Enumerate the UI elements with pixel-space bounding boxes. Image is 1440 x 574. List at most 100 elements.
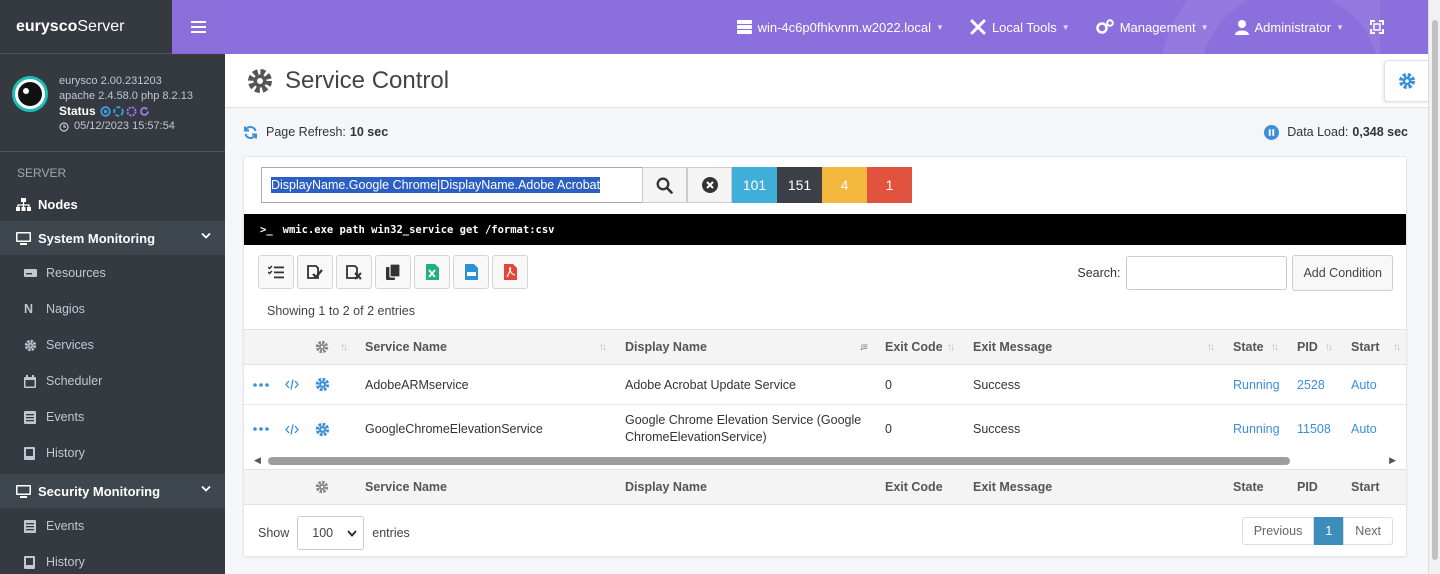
brand-logo-text[interactable]: euryscoServer	[0, 18, 172, 36]
sidebar-item-security-events[interactable]: Events	[0, 508, 225, 544]
previous-page-button[interactable]: Previous	[1241, 517, 1315, 545]
status-refresh-icon[interactable]	[139, 106, 150, 117]
scrollbar-thumb[interactable]	[1432, 20, 1438, 560]
sort-icon[interactable]: ↑↓	[1393, 342, 1401, 353]
copy-button[interactable]	[375, 255, 411, 289]
entries-select[interactable]: 100	[297, 516, 365, 550]
pid-link[interactable]: 11508	[1297, 405, 1331, 453]
terminal-icon: >_	[260, 223, 273, 236]
sidebar-item-security-history[interactable]: History	[0, 544, 225, 574]
length-control: Show 100 entries	[258, 516, 410, 550]
search-input[interactable]	[1126, 256, 1288, 290]
foot-display-name: Display Name	[625, 480, 707, 494]
column-select-button[interactable]	[258, 255, 294, 289]
col-pid[interactable]: PID	[1297, 330, 1318, 364]
sort-icon[interactable]: ↑↓	[599, 342, 607, 353]
filter-clear-button[interactable]	[687, 167, 732, 203]
timestamp-line: 05/12/2023 15:57:54	[59, 119, 193, 134]
col-display-name[interactable]: Display Name	[625, 330, 707, 364]
sidebar-item-scheduler[interactable]: Scheduler	[0, 363, 225, 399]
top-bar: euryscoServer win-4c6p0fhkvnm.w2022.loca…	[0, 0, 1440, 54]
status-sync-icon[interactable]	[112, 106, 124, 117]
filter-search-button[interactable]	[642, 167, 687, 203]
sidebar-item-history[interactable]: History	[0, 435, 225, 471]
row-code-icon[interactable]	[285, 365, 299, 404]
sort-icon[interactable]: ↑↓	[1325, 342, 1333, 353]
scroll-right-icon[interactable]: ▶	[1389, 455, 1396, 466]
export-excel-button[interactable]	[414, 255, 450, 289]
state-link[interactable]: Running	[1233, 405, 1280, 453]
pdf-icon	[503, 264, 517, 280]
next-page-button[interactable]: Next	[1343, 517, 1393, 545]
row-gear-icon[interactable]	[315, 365, 330, 404]
csv-icon	[464, 264, 478, 280]
sort-icon[interactable]: ↑↓	[947, 342, 955, 353]
sitemap-icon	[16, 197, 31, 211]
display-name-cell: Adobe Acrobat Update Service	[625, 377, 796, 392]
sidebar-item-events[interactable]: Events	[0, 399, 225, 435]
count-badge-blue[interactable]: 101	[732, 167, 777, 203]
pid-link[interactable]: 2528	[1297, 365, 1325, 404]
status-ok-icon[interactable]	[99, 106, 111, 117]
page-refresh[interactable]: Page Refresh: 10 sec	[243, 125, 388, 140]
copy-icon	[386, 264, 400, 280]
sort-asc-icon[interactable]: ↓≡	[859, 342, 868, 353]
book-icon	[24, 446, 35, 460]
filter-input[interactable]: DisplayName.Google Chrome|DisplayName.Ad…	[261, 167, 642, 203]
col-exit-code[interactable]: Exit Code	[885, 330, 943, 364]
scroll-left-icon[interactable]: ◀	[254, 455, 261, 466]
count-badge-dark[interactable]: 151	[777, 167, 822, 203]
col-start[interactable]: Start	[1351, 330, 1379, 364]
settings-column-icon	[315, 330, 329, 364]
exit-message-cell: Success	[973, 422, 1021, 436]
sort-icon[interactable]: ↑↓	[1207, 342, 1215, 353]
sidebar-group-system-monitoring[interactable]: System Monitoring	[0, 221, 225, 255]
row-code-icon[interactable]	[285, 405, 299, 453]
nav-header-server: SERVER	[17, 166, 67, 180]
sidebar-item-nodes[interactable]: Nodes	[0, 187, 225, 221]
sidebar-group-security-monitoring[interactable]: Security Monitoring	[0, 474, 225, 508]
command-bar: >_ wmic.exe path win32_service get /form…	[244, 214, 1406, 245]
page-1-button[interactable]: 1	[1314, 517, 1344, 545]
export-pdf-button[interactable]	[492, 255, 528, 289]
add-condition-button[interactable]: Add Condition	[1292, 255, 1393, 291]
status-line: Status	[59, 104, 193, 119]
col-state[interactable]: State	[1233, 330, 1264, 364]
col-exit-message[interactable]: Exit Message	[973, 330, 1052, 364]
host-menu[interactable]: win-4c6p0fhkvnm.w2022.local ▼	[736, 20, 944, 35]
table-row: AdobeARMservice Adobe Acrobat Update Ser…	[244, 365, 1406, 405]
search-icon	[656, 177, 673, 194]
pause-circle-icon	[1264, 124, 1280, 140]
content-header: Service Control	[225, 54, 1428, 108]
delete-filter-button[interactable]	[336, 255, 372, 289]
export-csv-button[interactable]	[453, 255, 489, 289]
table-header: ↑↓ Service Name ↑↓ Display Name ↓≡ Exit …	[244, 329, 1406, 365]
count-badge-red[interactable]: 1	[867, 167, 912, 203]
sort-icon[interactable]: ↑↓	[1271, 342, 1279, 353]
start-link[interactable]: Auto	[1351, 365, 1377, 404]
sidebar-item-resources[interactable]: Resources	[0, 255, 225, 291]
vertical-scrollbar[interactable]	[1428, 0, 1440, 574]
horizontal-scrollbar[interactable]: ◀ ▶	[254, 455, 1396, 467]
sort-icon[interactable]: ↑↓	[340, 342, 348, 353]
status-gear-icon[interactable]	[126, 106, 137, 117]
eurysco-logo-icon	[12, 76, 48, 112]
scrollbar-thumb[interactable]	[268, 457, 1290, 465]
monitor-icon	[16, 231, 31, 245]
row-menu-icon[interactable]	[253, 365, 269, 404]
start-link[interactable]: Auto	[1351, 405, 1377, 453]
sidebar-item-nagios[interactable]: N Nagios	[0, 291, 225, 327]
chevron-down-icon	[347, 529, 357, 537]
chevron-down-icon	[201, 232, 211, 239]
hamburger-icon	[191, 20, 206, 33]
col-service-name[interactable]: Service Name	[365, 330, 447, 364]
count-badge-yellow[interactable]: 4	[822, 167, 867, 203]
sidebar-item-services[interactable]: Services	[0, 327, 225, 363]
state-link[interactable]: Running	[1233, 365, 1280, 404]
save-filter-button[interactable]	[297, 255, 333, 289]
menu-toggle-button[interactable]	[172, 0, 225, 54]
row-menu-icon[interactable]	[253, 405, 269, 453]
row-gear-icon[interactable]	[315, 405, 330, 453]
data-load[interactable]: Data Load: 0,348 sec	[1264, 124, 1408, 140]
settings-button[interactable]	[1384, 60, 1428, 102]
